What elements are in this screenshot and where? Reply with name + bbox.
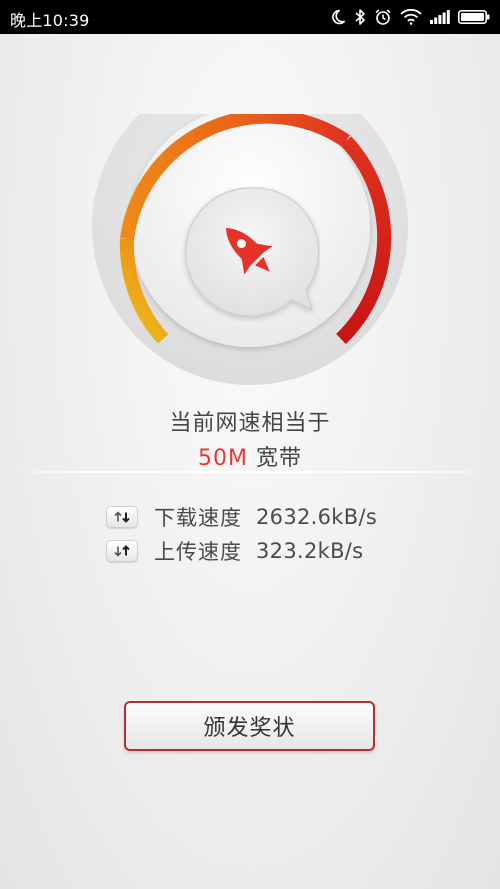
status-bar: 晚上10:39 — [0, 0, 500, 34]
bandwidth-unit: 宽带 — [255, 446, 302, 471]
download-speed-label: 下载速度 — [154, 506, 242, 530]
upload-speed-value: 323.2kB/s — [256, 539, 364, 563]
upload-arrows-icon — [106, 540, 138, 562]
upload-speed-label: 上传速度 — [154, 540, 242, 564]
download-speed-row: 下载速度 2632.6kB/s — [106, 503, 377, 531]
bluetooth-icon — [355, 9, 365, 25]
download-speed-value: 2632.6kB/s — [256, 505, 378, 529]
download-arrows-icon — [106, 506, 138, 528]
signal-icon — [430, 10, 450, 24]
divider — [0, 471, 500, 473]
award-certificate-button[interactable]: 颁发奖状 — [124, 701, 375, 751]
moon-icon — [332, 9, 346, 25]
alarm-icon — [375, 9, 391, 25]
upload-speed-row: 上传速度 323.2kB/s — [106, 537, 363, 565]
wifi-icon — [400, 9, 422, 25]
speed-gauge — [91, 114, 411, 388]
bandwidth-line: 50M 宽带 — [0, 440, 500, 472]
status-time: 晚上10:39 — [10, 11, 90, 30]
speed-caption: 当前网速相当于 — [169, 411, 331, 436]
battery-icon — [458, 10, 490, 24]
rocket-hub — [185, 187, 320, 317]
status-icons — [330, 6, 490, 28]
bandwidth-value: 50M — [198, 446, 248, 471]
